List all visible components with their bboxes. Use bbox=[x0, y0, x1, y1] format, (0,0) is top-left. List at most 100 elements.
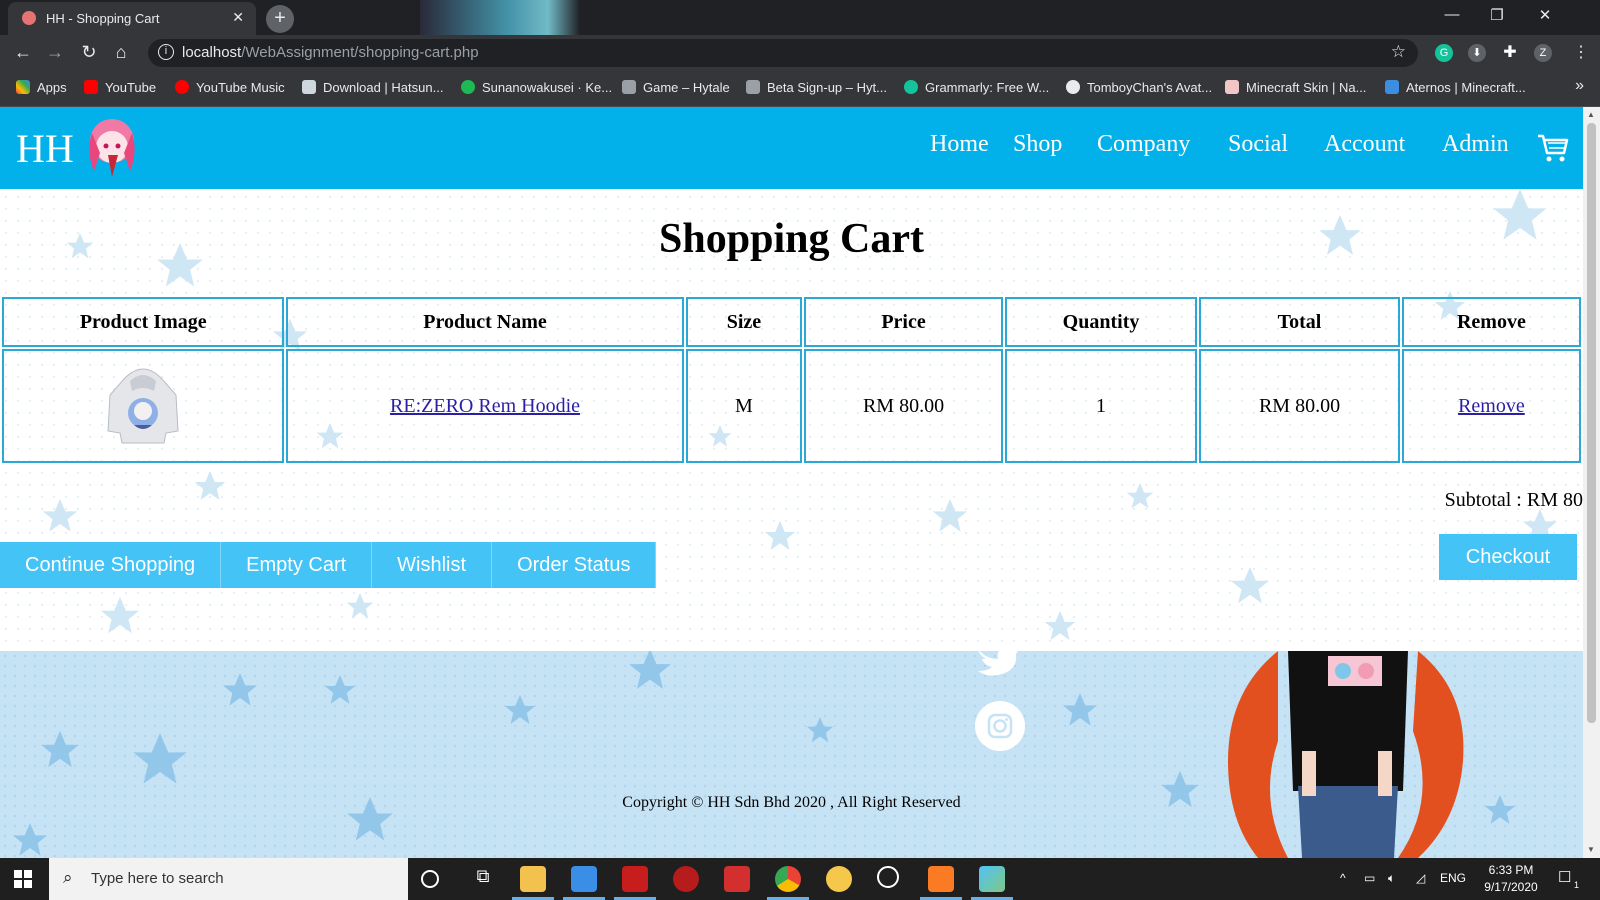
home-icon[interactable]: ⌂ bbox=[108, 42, 134, 63]
cart-actions: Continue Shopping Empty Cart Wishlist Or… bbox=[0, 542, 657, 588]
scroll-up-icon[interactable]: ▲ bbox=[1587, 110, 1595, 119]
site-header: HH Home Shop Company Social Account Admi… bbox=[0, 107, 1583, 189]
page-scrollbar[interactable]: ▲ ▼ bbox=[1583, 107, 1600, 858]
empty-cart-button[interactable]: Empty Cart bbox=[221, 542, 373, 588]
cart-header-row: Product Image Product Name Size Price Qu… bbox=[2, 297, 1581, 347]
file-explorer-icon[interactable] bbox=[520, 866, 546, 892]
clock-date: 9/17/2020 bbox=[1484, 880, 1538, 894]
size-cell: M bbox=[685, 349, 803, 463]
steam-icon[interactable] bbox=[877, 866, 899, 888]
site-info-icon[interactable]: i bbox=[158, 44, 174, 60]
volume-icon[interactable]: 🔈︎ bbox=[1388, 871, 1395, 886]
nav-home[interactable]: Home bbox=[930, 131, 989, 158]
battery-icon[interactable]: ▭ bbox=[1364, 871, 1375, 885]
instagram-glyph-icon bbox=[987, 713, 1013, 739]
column-header: Size bbox=[685, 297, 803, 347]
bookmark-aternos[interactable]: Aternos | Minecraft... bbox=[1385, 80, 1526, 95]
chrome-icon[interactable] bbox=[775, 866, 801, 892]
mail-icon[interactable] bbox=[571, 866, 597, 892]
page-icon bbox=[302, 80, 316, 94]
nav-admin[interactable]: Admin bbox=[1442, 131, 1509, 158]
bookmark-hytale[interactable]: Game – Hytale bbox=[622, 80, 730, 95]
back-arrow-icon[interactable]: ← bbox=[10, 42, 36, 63]
taskbar-search-box[interactable]: ⌕ Type here to search bbox=[49, 858, 408, 900]
site-footer: Copyright © HH Sdn Bhd 2020 , All Right … bbox=[0, 647, 1583, 858]
msi-shield-icon[interactable] bbox=[724, 866, 750, 892]
restore-button[interactable]: ❐ bbox=[1482, 6, 1512, 24]
apps-grid-icon bbox=[16, 80, 30, 94]
continue-shopping-button[interactable]: Continue Shopping bbox=[0, 542, 222, 588]
notification-center-icon[interactable]: ☐ bbox=[1558, 868, 1571, 886]
tray-overflow-icon[interactable]: ^ bbox=[1340, 871, 1346, 885]
minimize-button[interactable]: — bbox=[1437, 6, 1467, 23]
bookmark-sunanowakusei[interactable]: Sunanowakusei · Ke... bbox=[461, 80, 612, 95]
language-indicator[interactable]: ENG bbox=[1440, 871, 1466, 885]
close-window-button[interactable]: ✕ bbox=[1530, 6, 1560, 24]
forward-arrow-icon[interactable]: → bbox=[42, 42, 68, 63]
bookmark-download-hatsune[interactable]: Download | Hatsun... bbox=[302, 80, 443, 95]
profile-avatar[interactable]: Z bbox=[1534, 44, 1552, 62]
bookmark-youtube-music[interactable]: YouTube Music bbox=[175, 80, 285, 95]
nav-account[interactable]: Account bbox=[1324, 131, 1405, 158]
shopping-cart-icon[interactable] bbox=[1536, 131, 1570, 165]
checkout-button[interactable]: Checkout bbox=[1439, 534, 1577, 580]
bookmark-apps[interactable]: Apps bbox=[16, 80, 67, 95]
browser-tab-bar: HH - Shopping Cart ✕ + — ❐ ✕ bbox=[0, 0, 1600, 35]
twitter-icon[interactable] bbox=[976, 645, 1020, 677]
product-image-cell bbox=[2, 349, 285, 463]
tab-close-icon[interactable]: ✕ bbox=[232, 9, 244, 26]
bookmark-star-icon[interactable]: ☆ bbox=[1391, 42, 1406, 62]
copyright-text: Copyright © HH Sdn Bhd 2020 , All Right … bbox=[622, 794, 961, 811]
network-icon[interactable]: ◿ bbox=[1416, 871, 1425, 885]
scrollbar-thumb[interactable] bbox=[1587, 123, 1596, 723]
browser-toolbar: ← → ↻ ⌂ i localhost/WebAssignment/shoppi… bbox=[0, 35, 1600, 71]
address-bar[interactable]: i localhost/WebAssignment/shopping-cart.… bbox=[148, 39, 1418, 67]
new-tab-button[interactable]: + bbox=[266, 5, 294, 33]
app-cube-icon[interactable] bbox=[979, 866, 1005, 892]
reload-icon[interactable]: ↻ bbox=[76, 42, 102, 63]
logo-mascot-icon bbox=[89, 119, 135, 177]
column-header: Price bbox=[804, 297, 1003, 347]
remove-link[interactable]: Remove bbox=[1458, 395, 1525, 417]
order-status-button[interactable]: Order Status bbox=[492, 542, 657, 588]
grammarly-extension-icon[interactable]: G bbox=[1435, 44, 1453, 62]
scroll-down-icon[interactable]: ▼ bbox=[1587, 845, 1595, 854]
column-header: Quantity bbox=[1004, 297, 1198, 347]
hytale-icon bbox=[746, 80, 760, 94]
product-name-cell: RE:ZERO Rem Hoodie bbox=[286, 349, 684, 463]
youtube-music-icon bbox=[175, 80, 189, 94]
osu-launcher-icon[interactable] bbox=[826, 866, 852, 892]
tab-shopping-cart[interactable]: HH - Shopping Cart ✕ bbox=[8, 2, 256, 35]
taskbar-clock[interactable]: 6:33 PM 9/17/2020 bbox=[1476, 862, 1546, 896]
product-hoodie-image bbox=[107, 368, 179, 444]
site-logo[interactable]: HH bbox=[16, 125, 74, 172]
msi-dragon-center-icon[interactable] bbox=[622, 866, 648, 892]
nav-social[interactable]: Social bbox=[1228, 131, 1288, 158]
clock-time: 6:33 PM bbox=[1488, 863, 1534, 877]
grammarly-icon bbox=[904, 80, 918, 94]
bookmark-grammarly[interactable]: Grammarly: Free W... bbox=[904, 80, 1049, 95]
extensions-puzzle-icon[interactable]: ✚ bbox=[1501, 44, 1519, 62]
youtube-icon bbox=[84, 80, 98, 94]
nav-shop[interactable]: Shop bbox=[1013, 131, 1062, 158]
browser-menu-icon[interactable]: ⋮ bbox=[1568, 42, 1594, 62]
cortana-icon[interactable] bbox=[421, 870, 439, 888]
bookmarks-overflow-icon[interactable]: » bbox=[1575, 77, 1584, 95]
bookmark-minecraft-skin[interactable]: Minecraft Skin | Na... bbox=[1225, 80, 1366, 95]
bookmark-tomboychan[interactable]: TomboyChan's Avat... bbox=[1066, 80, 1212, 95]
wishlist-button[interactable]: Wishlist bbox=[372, 542, 493, 588]
quantity-cell: 1 bbox=[1004, 349, 1198, 463]
msi-afterburner-icon[interactable] bbox=[673, 866, 699, 892]
notification-count: 1 bbox=[1574, 880, 1580, 890]
bookmark-hytale-beta[interactable]: Beta Sign-up – Hyt... bbox=[746, 80, 887, 95]
remove-cell: Remove bbox=[1401, 349, 1581, 463]
task-view-icon[interactable]: ⧉ bbox=[470, 866, 496, 892]
instagram-icon[interactable] bbox=[975, 701, 1025, 751]
windows-start-icon[interactable] bbox=[14, 870, 32, 888]
nav-company[interactable]: Company bbox=[1097, 131, 1190, 158]
xampp-icon[interactable] bbox=[928, 866, 954, 892]
aternos-icon bbox=[1385, 80, 1399, 94]
bookmark-youtube[interactable]: YouTube bbox=[84, 80, 156, 95]
product-name-link[interactable]: RE:ZERO Rem Hoodie bbox=[390, 395, 580, 417]
download-extension-icon[interactable]: ⬇ bbox=[1468, 44, 1486, 62]
